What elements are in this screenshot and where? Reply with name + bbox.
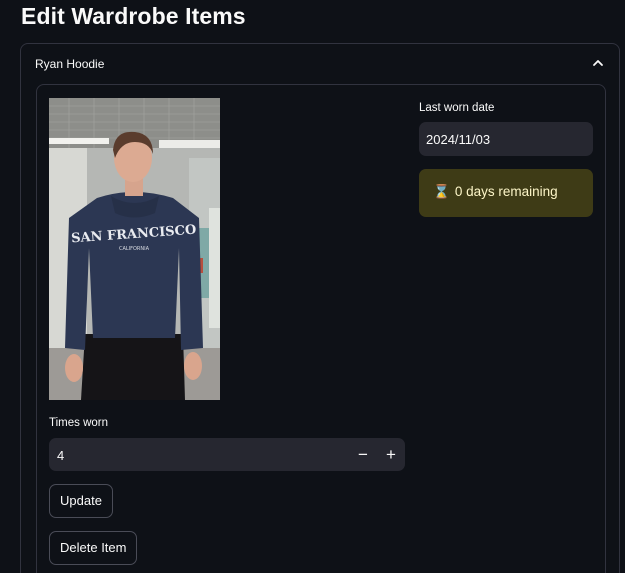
last-worn-label: Last worn date [419,102,495,114]
days-remaining-alert: ⌛ 0 days remaining [419,169,593,217]
page-title: Edit Wardrobe Items [21,3,246,29]
hourglass-icon: ⌛ [433,184,450,199]
item-photo-drawing: SAN FRANCISCO CALIFORNIA [49,98,220,400]
expander-title: Ryan Hoodie [35,57,105,71]
item-content-panel: SAN FRANCISCO CALIFORNIA Last worn date … [36,84,606,573]
chevron-up-icon[interactable] [591,56,605,70]
times-worn-value[interactable]: 4 [57,448,64,463]
last-worn-date-input[interactable]: 2024/11/03 [419,122,593,156]
page: Edit Wardrobe Items Ryan Hoodie SAN FRAN… [0,0,625,573]
item-photo: SAN FRANCISCO CALIFORNIA [49,98,220,400]
hoodie-print-subtext: CALIFORNIA [119,246,150,252]
days-remaining-text: 0 days remaining [454,184,558,199]
decrement-button[interactable]: − [349,438,377,471]
update-button[interactable]: Update [49,484,113,518]
increment-button[interactable]: + [377,438,405,471]
expander-header[interactable]: Ryan Hoodie [21,44,619,84]
delete-item-button[interactable]: Delete Item [49,531,138,565]
times-worn-stepper[interactable]: 4 − + [49,438,405,471]
times-worn-label: Times worn [49,417,108,429]
wardrobe-item-expander: Ryan Hoodie SAN FRANCISCO CALIFORNIA Las… [20,43,620,573]
